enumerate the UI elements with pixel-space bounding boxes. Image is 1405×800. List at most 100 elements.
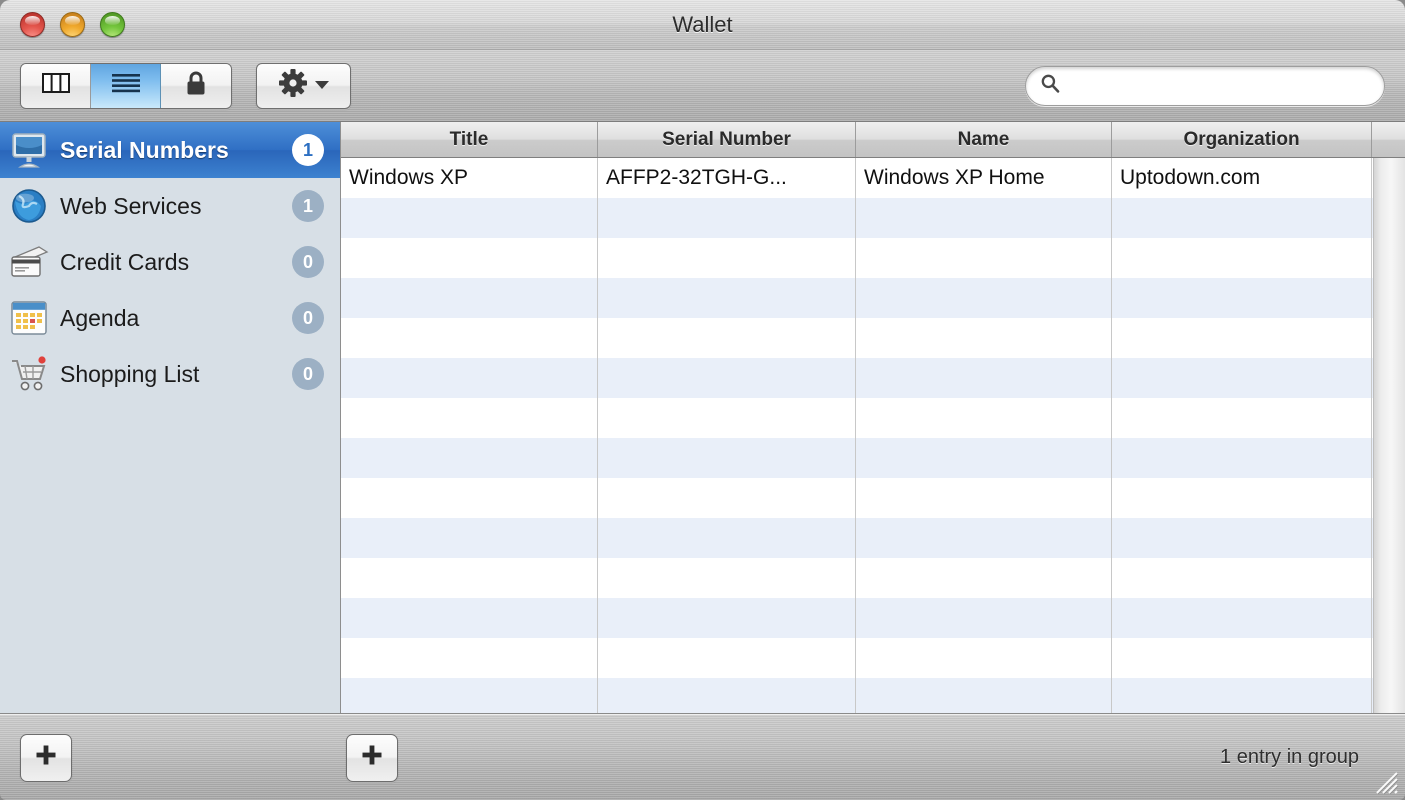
table-row-empty[interactable] xyxy=(341,598,1405,638)
search-container xyxy=(1025,65,1385,106)
shopping-cart-icon xyxy=(8,353,50,395)
cell-name: Windows XP Home xyxy=(856,158,1112,198)
cell-organization xyxy=(1112,518,1372,558)
cell-serial-number xyxy=(598,558,856,598)
cell-name xyxy=(856,518,1112,558)
cell-title xyxy=(341,478,598,518)
lock-button[interactable] xyxy=(161,63,231,108)
search-input[interactable] xyxy=(1069,66,1370,105)
toolbar xyxy=(0,50,1405,122)
table-row-empty[interactable] xyxy=(341,558,1405,598)
action-gear-button[interactable] xyxy=(256,62,351,109)
view-mode-segmented-control xyxy=(20,62,232,109)
table-row-empty[interactable] xyxy=(341,398,1405,438)
table-row-empty[interactable] xyxy=(341,518,1405,558)
column-header-serial-number[interactable]: Serial Number xyxy=(598,122,856,157)
title-bar: Wallet xyxy=(0,0,1405,50)
sidebar-item-label: Serial Numbers xyxy=(60,136,229,163)
cell-organization xyxy=(1112,598,1372,638)
columns-view-icon xyxy=(41,73,70,98)
table-row[interactable]: Windows XP AFFP2-32TGH-G... Windows XP H… xyxy=(341,158,1405,198)
list-view-icon xyxy=(111,73,141,98)
table-row-empty[interactable] xyxy=(341,438,1405,478)
cell-name xyxy=(856,358,1112,398)
cell-serial-number xyxy=(598,518,856,558)
list-view-button[interactable] xyxy=(91,63,161,108)
cell-organization xyxy=(1112,558,1372,598)
column-header-title[interactable]: Title xyxy=(341,122,598,157)
cell-serial-number xyxy=(598,678,856,713)
resize-grip-icon[interactable] xyxy=(1373,769,1399,795)
column-header-organization[interactable]: Organization xyxy=(1112,122,1372,157)
cell-serial-number xyxy=(598,238,856,278)
close-button-icon[interactable] xyxy=(20,12,45,37)
sidebar-item-web-services[interactable]: Web Services 1 xyxy=(0,178,340,234)
add-group-button[interactable] xyxy=(20,733,72,782)
table-header-row: Title Serial Number Name Organization xyxy=(341,122,1405,158)
cell-serial-number xyxy=(598,478,856,518)
cell-title xyxy=(341,438,598,478)
entries-table: Title Serial Number Name Organization Wi… xyxy=(341,122,1405,713)
zoom-button-icon[interactable] xyxy=(100,12,125,37)
cell-title xyxy=(341,278,598,318)
column-header-name[interactable]: Name xyxy=(856,122,1112,157)
column-header-spacer[interactable] xyxy=(1372,122,1405,157)
cell-name xyxy=(856,398,1112,438)
minimize-button-icon[interactable] xyxy=(60,12,85,37)
credit-card-icon xyxy=(8,241,50,283)
cell-organization xyxy=(1112,398,1372,438)
chevron-down-icon xyxy=(314,77,330,95)
cell-serial-number xyxy=(598,278,856,318)
sidebar-item-credit-cards[interactable]: Credit Cards 0 xyxy=(0,234,340,290)
cell-title xyxy=(341,358,598,398)
sidebar-item-label: Agenda xyxy=(60,304,140,331)
cell-serial-number xyxy=(598,198,856,238)
table-row-empty[interactable] xyxy=(341,358,1405,398)
sidebar-item-count: 0 xyxy=(292,302,324,334)
status-label: 1 entry in group xyxy=(1220,746,1359,768)
cell-organization xyxy=(1112,638,1372,678)
table-row-empty[interactable] xyxy=(341,678,1405,713)
sidebar-item-shopping-list[interactable]: Shopping List 0 xyxy=(0,346,340,402)
calendar-icon xyxy=(8,297,50,339)
table-row-empty[interactable] xyxy=(341,318,1405,358)
wallet-window: Wallet Serial Numbers 1 Web Services 1 C… xyxy=(0,0,1405,800)
window-body: Serial Numbers 1 Web Services 1 Credit C… xyxy=(0,122,1405,714)
cell-title xyxy=(341,238,598,278)
plus-icon xyxy=(35,744,57,771)
cell-name xyxy=(856,558,1112,598)
cell-name xyxy=(856,598,1112,638)
cell-organization xyxy=(1112,478,1372,518)
add-entry-button[interactable] xyxy=(346,733,398,782)
cell-serial-number xyxy=(598,318,856,358)
cell-name xyxy=(856,238,1112,278)
cell-name xyxy=(856,638,1112,678)
sidebar-item-serial-numbers[interactable]: Serial Numbers 1 xyxy=(0,122,340,178)
table-row-empty[interactable] xyxy=(341,278,1405,318)
table-row-empty[interactable] xyxy=(341,638,1405,678)
search-field[interactable] xyxy=(1025,65,1385,106)
lock-icon xyxy=(185,70,207,101)
cell-organization xyxy=(1112,318,1372,358)
cell-organization xyxy=(1112,678,1372,713)
table-row-empty[interactable] xyxy=(341,478,1405,518)
cell-name xyxy=(856,198,1112,238)
cell-title xyxy=(341,558,598,598)
cell-title xyxy=(341,598,598,638)
columns-view-button[interactable] xyxy=(21,63,91,108)
cell-organization xyxy=(1112,438,1372,478)
cell-serial-number xyxy=(598,438,856,478)
cell-name xyxy=(856,478,1112,518)
table-body: Windows XP AFFP2-32TGH-G... Windows XP H… xyxy=(341,158,1405,713)
sidebar-item-count: 1 xyxy=(292,134,324,166)
cell-name xyxy=(856,678,1112,713)
vertical-scrollbar[interactable] xyxy=(1373,158,1405,713)
sidebar-item-label: Web Services xyxy=(60,192,202,219)
table-row-empty[interactable] xyxy=(341,238,1405,278)
sidebar-item-agenda[interactable]: Agenda 0 xyxy=(0,290,340,346)
cell-organization: Uptodown.com xyxy=(1112,158,1372,198)
cell-serial-number xyxy=(598,638,856,678)
cell-name xyxy=(856,438,1112,478)
sidebar-item-count: 1 xyxy=(292,190,324,222)
table-row-empty[interactable] xyxy=(341,198,1405,238)
